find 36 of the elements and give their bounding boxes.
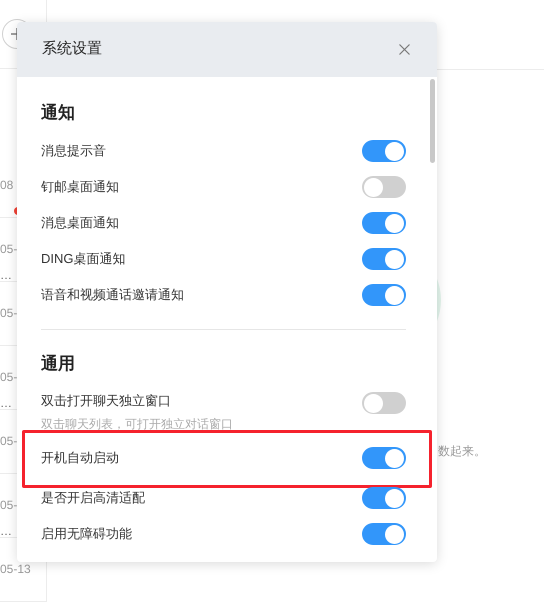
date-label: 05- xyxy=(0,370,18,384)
toggle-switch[interactable] xyxy=(362,140,406,162)
section-heading: 通用 xyxy=(41,353,75,375)
setting-label: 钉邮桌面通知 xyxy=(41,178,119,196)
close-icon xyxy=(398,44,410,55)
toggle-switch[interactable] xyxy=(362,487,406,509)
message-preview: … xyxy=(0,268,13,282)
message-preview: … xyxy=(0,396,13,410)
date-label: 05- xyxy=(0,434,18,448)
setting-label: 开机自动启动 xyxy=(41,449,119,467)
setting-label: 消息提示音 xyxy=(41,142,106,160)
setting-label: DING桌面通知 xyxy=(41,250,126,268)
date-label: 05-13 xyxy=(0,562,32,576)
setting-label: 双击打开聊天独立窗口 xyxy=(41,392,172,410)
setting-description: 双击聊天列表，可打开独立对话窗口 xyxy=(41,416,233,432)
setting-label: 是否开启高清适配 xyxy=(41,489,145,507)
scrollbar[interactable] xyxy=(430,79,435,163)
toggle-switch[interactable] xyxy=(362,248,406,270)
message-preview: … xyxy=(0,524,13,538)
toggle-switch[interactable] xyxy=(362,212,406,234)
setting-label: 启用无障碍功能 xyxy=(41,525,132,543)
toggle-switch[interactable] xyxy=(362,284,406,306)
toggle-switch[interactable] xyxy=(362,392,406,414)
setting-label: 消息桌面通知 xyxy=(41,214,119,232)
setting-label: 语音和视频通话邀请通知 xyxy=(41,286,184,304)
date-label: 05- xyxy=(0,306,18,320)
section-heading: 通知 xyxy=(41,102,75,124)
dialog-title: 系统设置 xyxy=(42,39,102,60)
date-label: 05- xyxy=(0,242,18,256)
date-label: 08 xyxy=(0,178,14,192)
toggle-switch[interactable] xyxy=(362,447,406,469)
date-label: 05- xyxy=(0,498,18,512)
close-button[interactable] xyxy=(396,42,412,58)
hint-text: 数起来。 xyxy=(438,443,486,460)
toggle-switch[interactable] xyxy=(362,523,406,545)
toggle-switch[interactable] xyxy=(362,176,406,198)
